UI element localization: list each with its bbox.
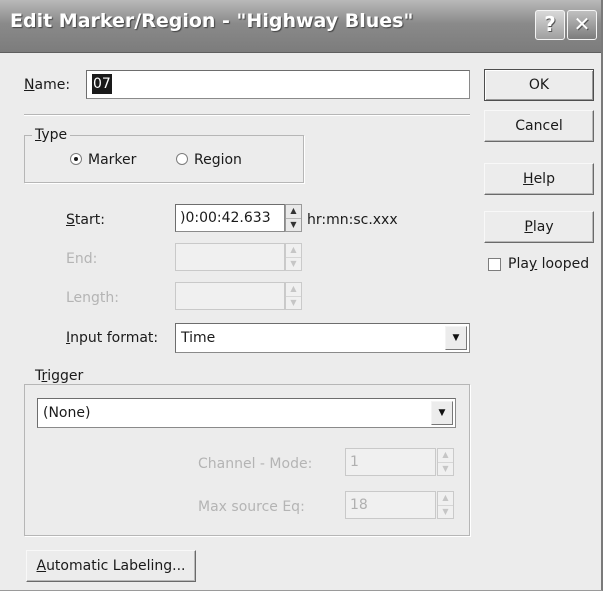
play-button[interactable]: Play: [484, 211, 594, 243]
name-field[interactable]: 07: [86, 70, 470, 99]
cancel-button[interactable]: Cancel: [484, 110, 594, 142]
spin-down-icon: ▼: [438, 505, 453, 518]
spin-up-icon: ▲: [442, 450, 449, 459]
start-field[interactable]: )0:00:42.633: [175, 204, 285, 232]
close-icon[interactable]: ✕: [567, 10, 597, 40]
chevron-down-icon[interactable]: ▼: [431, 401, 453, 425]
channel-mode-spinner: ▲ ▼: [437, 448, 454, 476]
end-label: End:: [66, 251, 98, 267]
input-format-label: Input format:: [66, 330, 159, 346]
spin-up-icon: ▲: [290, 284, 297, 293]
trigger-value: (None): [43, 405, 91, 421]
channel-mode-label: Channel - Mode:: [198, 456, 313, 472]
separator: [24, 114, 470, 116]
ok-button[interactable]: OK: [484, 69, 594, 101]
play-looped-checkbox[interactable]: [488, 258, 501, 271]
spin-up-icon: ▲: [442, 493, 449, 502]
spin-down-icon: ▼: [286, 257, 301, 270]
spin-down-icon: ▼: [286, 296, 301, 309]
spin-up-icon[interactable]: ▲: [286, 205, 301, 218]
spin-up-icon: ▲: [290, 245, 297, 254]
help-icon[interactable]: ?: [535, 10, 565, 40]
region-radio[interactable]: Region: [176, 152, 242, 168]
start-units-label: hr:mn:sc.xxx: [307, 212, 398, 228]
start-label: Start:: [66, 212, 105, 228]
max-source-field: 18: [345, 491, 436, 519]
length-label: Length:: [66, 290, 120, 306]
start-spinner[interactable]: ▲ ▼: [285, 204, 302, 232]
length-field: [175, 282, 285, 310]
edit-marker-region-dialog: Edit Marker/Region - "Highway Blues" ? ✕…: [0, 0, 603, 591]
spin-down-icon: ▼: [438, 462, 453, 475]
help-button[interactable]: Help: [484, 163, 594, 195]
marker-radio[interactable]: Marker: [70, 152, 136, 168]
play-looped-label: Play looped: [508, 256, 590, 272]
spin-down-icon[interactable]: ▼: [286, 218, 301, 231]
name-label: Name:: [24, 77, 71, 93]
input-format-dropdown[interactable]: Time ▼: [175, 323, 470, 353]
end-field: [175, 243, 285, 271]
window-title: Edit Marker/Region - "Highway Blues": [10, 10, 414, 32]
length-spinner: ▲ ▼: [285, 282, 302, 310]
channel-mode-field: 1: [345, 448, 436, 476]
title-bar[interactable]: Edit Marker/Region - "Highway Blues" ? ✕: [0, 0, 601, 53]
marker-radio-dot: [70, 153, 82, 165]
trigger-group-title: Trigger: [32, 368, 87, 384]
end-spinner: ▲ ▼: [285, 243, 302, 271]
input-format-value: Time: [181, 330, 216, 346]
type-group-title: Type: [32, 127, 71, 143]
automatic-labeling-button[interactable]: Automatic Labeling...: [26, 550, 196, 582]
chevron-down-icon[interactable]: ▼: [445, 326, 467, 350]
name-value: 07: [92, 74, 112, 94]
max-source-label: Max source Eq:: [198, 499, 305, 515]
region-radio-dot: [176, 153, 188, 165]
trigger-dropdown[interactable]: (None) ▼: [37, 398, 456, 428]
max-source-spinner: ▲ ▼: [437, 491, 454, 519]
